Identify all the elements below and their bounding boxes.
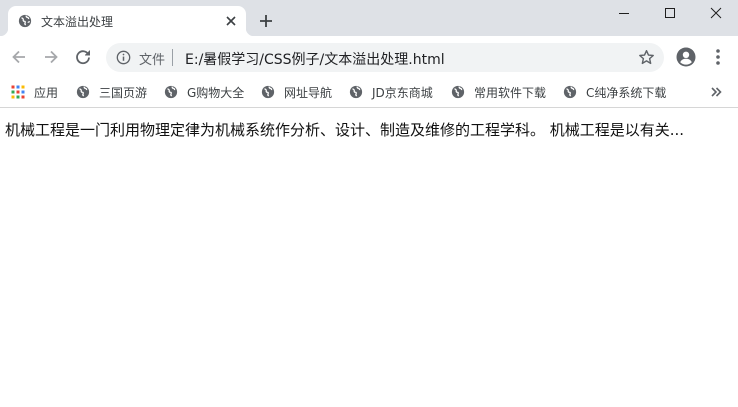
browser-tab[interactable]: 文本溢出处理: [0, 6, 254, 36]
bookmark-item[interactable]: JD京东商城: [349, 78, 433, 106]
globe-icon: [18, 14, 32, 28]
maximize-button[interactable]: [647, 0, 693, 26]
globe-icon: [563, 85, 577, 99]
bookmark-item[interactable]: 常用软件下载: [451, 78, 546, 106]
reload-icon[interactable]: [74, 48, 92, 66]
plus-icon[interactable]: [258, 13, 274, 29]
minimize-button[interactable]: [601, 0, 647, 26]
close-icon: [710, 7, 722, 19]
bookmark-label: 三国页游: [99, 85, 148, 100]
bookmark-item[interactable]: 三国页游: [76, 78, 147, 106]
bookmark-label: 网址导航: [284, 85, 333, 100]
bookmark-item[interactable]: G购物大全: [164, 78, 244, 106]
page-content: 机械工程是一门利用物理定律为机械系统作分析、设计、制造及维修的工程学科。 机械工…: [0, 109, 738, 407]
tab-title: 文本溢出处理: [41, 15, 114, 29]
bookmark-item[interactable]: 网址导航: [261, 78, 332, 106]
apps-grid-icon: [11, 85, 25, 99]
security-chip-label[interactable]: 文件: [139, 49, 165, 68]
globe-icon: [164, 85, 178, 99]
globe-icon: [261, 85, 275, 99]
overflow-paragraph: 机械工程是一门利用物理定律为机械系统作分析、设计、制造及维修的工程学科。 机械工…: [5, 121, 685, 139]
chip-divider: [172, 49, 173, 66]
url-text[interactable]: E:/暑假学习/CSS例子/文本溢出处理.html: [185, 49, 445, 69]
bookmark-label: JD京东商城: [372, 85, 433, 100]
info-icon[interactable]: [116, 50, 131, 65]
globe-icon: [451, 85, 465, 99]
star-icon[interactable]: [638, 49, 655, 66]
bookmarks-bar: 应用 三国页游 G购物大全 网址导航 JD京东商城 常用软件下载 C纯净系统下载: [0, 78, 738, 108]
window-close-button[interactable]: [693, 0, 738, 26]
bookmark-label: 应用: [34, 85, 59, 100]
arrow-left-icon[interactable]: [10, 48, 28, 66]
maximize-icon: [665, 8, 675, 18]
globe-icon: [349, 85, 363, 99]
chevron-double-right-icon[interactable]: [708, 84, 724, 100]
tab-strip: 文本溢出处理: [0, 0, 738, 36]
bookmark-apps[interactable]: 应用: [11, 78, 58, 106]
bookmark-item[interactable]: C纯净系统下载: [563, 78, 666, 106]
minimize-icon: [619, 13, 629, 14]
account-icon[interactable]: [676, 47, 696, 67]
bookmark-label: G购物大全: [187, 85, 245, 100]
more-vert-icon[interactable]: [710, 47, 726, 67]
browser-toolbar: 文件 E:/暑假学习/CSS例子/文本溢出处理.html: [0, 36, 738, 78]
arrow-right-icon[interactable]: [42, 48, 60, 66]
globe-icon: [76, 85, 90, 99]
close-icon[interactable]: [224, 14, 238, 28]
address-bar[interactable]: 文件 E:/暑假学习/CSS例子/文本溢出处理.html: [106, 43, 664, 72]
bookmark-label: 常用软件下载: [474, 85, 547, 100]
bookmark-label: C纯净系统下载: [586, 85, 667, 100]
